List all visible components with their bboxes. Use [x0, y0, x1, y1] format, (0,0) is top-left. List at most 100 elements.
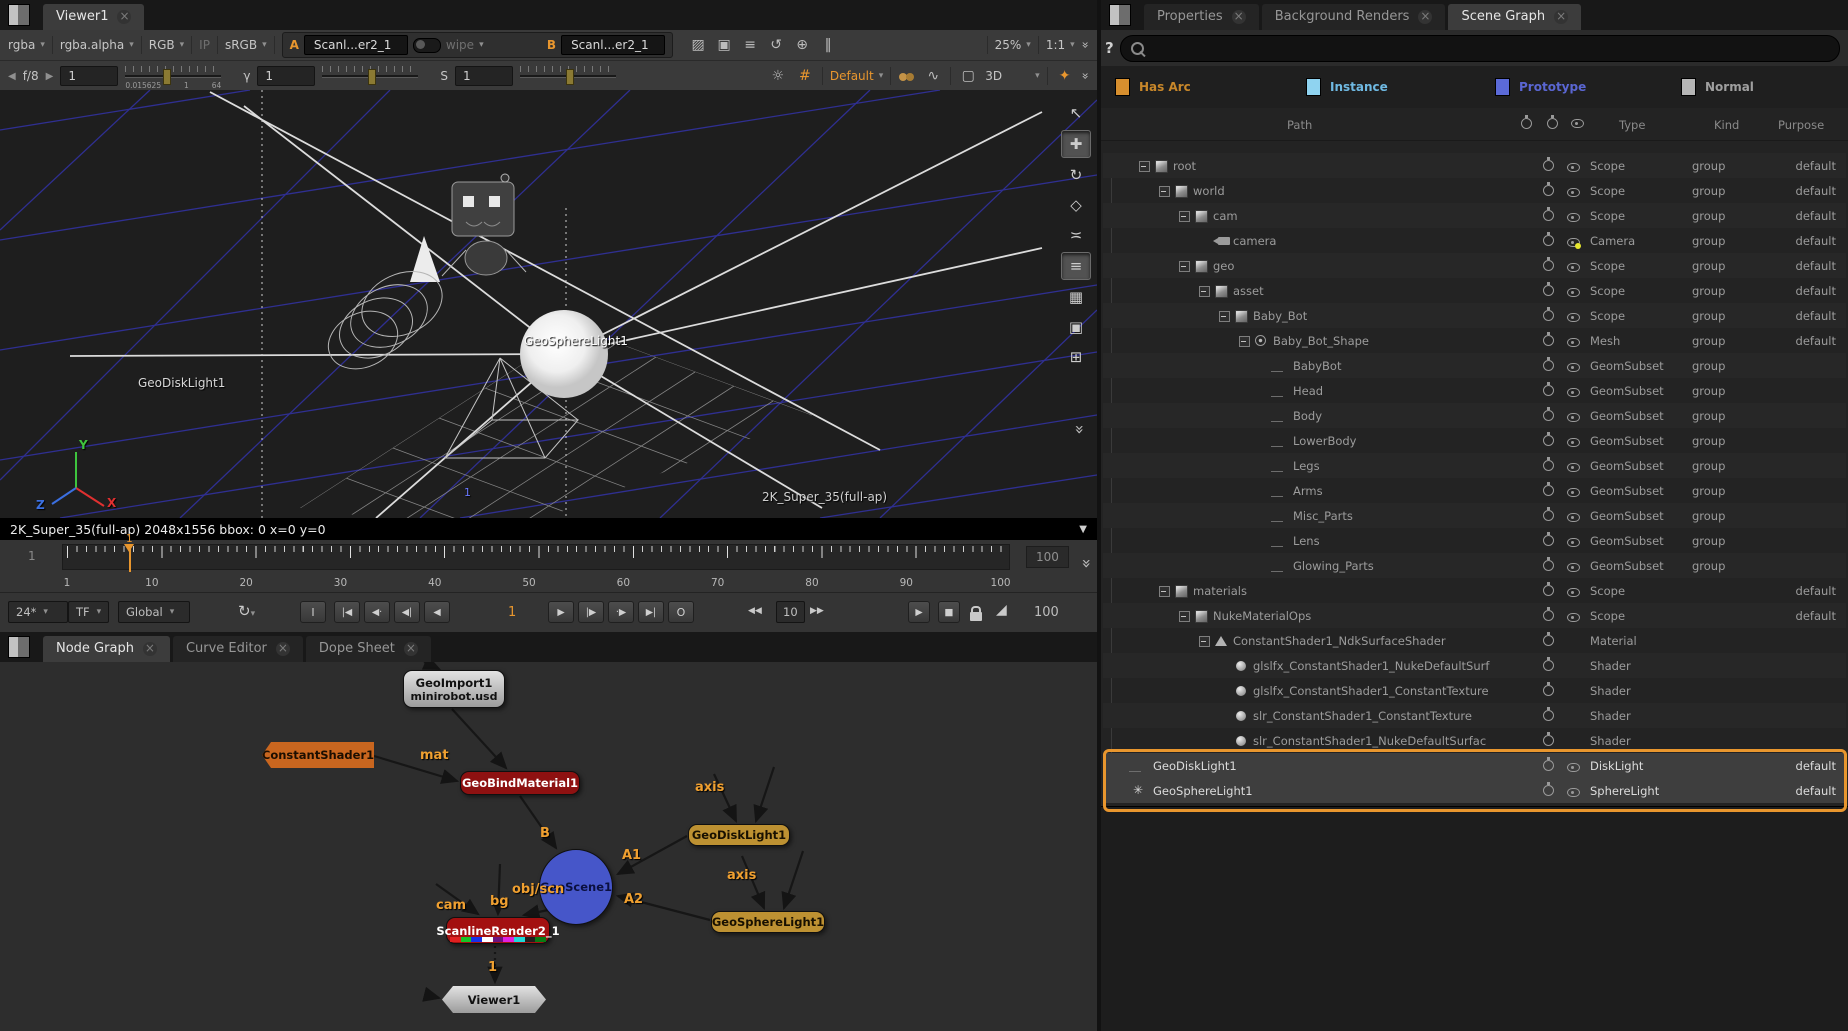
table-row-glslfx_ConstantShader1_ConstantTexture[interactable]: glslfx_ConstantShader1_ConstantTextureSh… [1103, 678, 1846, 703]
a-input-select[interactable]: Scanl...er2_1 [304, 35, 408, 55]
tab-properties[interactable]: Properties × [1144, 4, 1259, 30]
lock-range-icon[interactable] [970, 612, 982, 621]
header-stopwatch-icon[interactable] [1521, 118, 1532, 129]
table-row-asset[interactable]: assetScopegroupdefault [1103, 278, 1846, 303]
status-menu-icon[interactable]: ▼ [1079, 524, 1087, 535]
visibility-eye-icon[interactable] [1567, 611, 1580, 625]
close-icon[interactable]: × [276, 642, 290, 656]
visibility-eye-icon[interactable] [1567, 286, 1580, 300]
help-icon[interactable]: ? [1105, 39, 1114, 57]
layer-dropdown[interactable]: rgba▾ [8, 38, 45, 52]
animation-stopwatch-icon[interactable] [1543, 785, 1554, 799]
animation-stopwatch-icon[interactable] [1543, 660, 1554, 674]
graph-node-geoimport[interactable]: GeoImport1minirobot.usd [403, 670, 505, 708]
visibility-eye-icon[interactable] [1567, 511, 1580, 525]
3d-handles-icon[interactable]: ✦ [1055, 65, 1075, 87]
animation-stopwatch-icon[interactable] [1543, 535, 1554, 549]
expander-icon[interactable] [1159, 586, 1170, 597]
graph-node-constantshader[interactable]: ConstantShader1 [262, 742, 374, 768]
table-row-GeoSphereLight1[interactable]: ✳GeoSphereLight1SphereLightdefault [1103, 778, 1846, 803]
channel-display-dropdown[interactable]: RGB▾ [149, 38, 184, 52]
column-purpose[interactable]: Purpose [1778, 118, 1824, 132]
fps-select[interactable]: 24*▾ [8, 601, 68, 623]
marquee-select-icon[interactable]: ▢ [958, 65, 978, 87]
more-tools-chevron-icon[interactable]: » [1078, 41, 1092, 48]
in-point-button[interactable]: I [300, 601, 326, 623]
interaction-mode-dropdown[interactable]: Default▾ [830, 69, 883, 83]
out-point-button[interactable]: O [668, 601, 694, 623]
table-row-NukeMaterialOps[interactable]: NukeMaterialOpsScopedefault [1103, 603, 1846, 628]
animation-stopwatch-icon[interactable] [1543, 485, 1554, 499]
expander-icon[interactable] [1199, 636, 1210, 647]
visibility-eye-icon[interactable] [1567, 211, 1580, 225]
visibility-eye-icon[interactable] [1567, 361, 1580, 375]
animation-stopwatch-icon[interactable] [1543, 335, 1554, 349]
tab-viewer1[interactable]: Viewer1 × [43, 4, 144, 30]
animation-stopwatch-icon[interactable] [1543, 560, 1554, 574]
luminance-curve-icon[interactable]: ∿ [923, 65, 943, 87]
timeline-ruler[interactable]: 1 1102030405060708090100 [62, 544, 1010, 570]
node-graph-canvas[interactable]: GeoImport1minirobot.usdConstantShader1Ge… [0, 662, 1097, 1031]
animation-stopwatch-icon[interactable] [1543, 735, 1554, 749]
animation-stopwatch-icon[interactable] [1543, 235, 1554, 249]
roi-icon[interactable]: ⊕ [792, 34, 812, 56]
table-row-cam[interactable]: camScopegroupdefault [1103, 203, 1846, 228]
animation-stopwatch-icon[interactable] [1543, 610, 1554, 624]
step-back-button[interactable]: ◀| [394, 601, 420, 623]
pane-menu-icon[interactable] [8, 636, 30, 658]
visibility-eye-icon[interactable] [1567, 261, 1580, 275]
expander-icon[interactable] [1159, 186, 1170, 197]
table-row-LowerBody[interactable]: LowerBodyGeomSubsetgroup [1103, 428, 1846, 453]
table-row-camera[interactable]: cameraCameragroupdefault [1103, 228, 1846, 253]
animation-stopwatch-icon[interactable] [1543, 185, 1554, 199]
wipe-overlay-icon[interactable]: ▣ [714, 34, 734, 56]
column-path[interactable]: Path [1287, 118, 1312, 132]
goto-start-button[interactable]: |◀ [334, 601, 360, 623]
frame-increment-input[interactable]: 10 [776, 601, 805, 623]
visibility-eye-icon[interactable] [1567, 436, 1580, 450]
animation-stopwatch-icon[interactable] [1543, 435, 1554, 449]
close-icon[interactable]: × [1418, 10, 1432, 24]
visibility-eye-icon[interactable] [1567, 311, 1580, 325]
visibility-eye-icon[interactable] [1567, 786, 1580, 800]
fstop-next-icon[interactable]: ▶ [46, 71, 54, 82]
table-row-root[interactable]: rootScopegroupdefault [1103, 153, 1846, 178]
table-row-Lens[interactable]: LensGeomSubsetgroup [1103, 528, 1846, 553]
table-row-BabyBot[interactable]: BabyBotGeomSubsetgroup [1103, 353, 1846, 378]
wipe-toggle[interactable] [413, 38, 441, 53]
close-icon[interactable]: × [1554, 10, 1568, 24]
animation-stopwatch-icon[interactable] [1543, 160, 1554, 174]
expander-icon[interactable] [1219, 311, 1230, 322]
pane-menu-icon[interactable] [8, 4, 30, 26]
visibility-eye-icon[interactable] [1567, 386, 1580, 400]
goto-end-button[interactable]: ▶| [638, 601, 664, 623]
column-kind[interactable]: Kind [1714, 118, 1739, 132]
pause-render-icon[interactable]: ‖ [818, 34, 838, 56]
ramp-icon[interactable]: ◢ [996, 602, 1007, 618]
visibility-eye-icon[interactable] [1567, 536, 1580, 550]
table-row-Arms[interactable]: ArmsGeomSubsetgroup [1103, 478, 1846, 503]
table-row-Misc_Parts[interactable]: Misc_PartsGeomSubsetgroup [1103, 503, 1846, 528]
range-end-box[interactable]: 100 [1026, 546, 1069, 568]
scale-tool-icon[interactable]: ◇ [1062, 192, 1090, 218]
table-row-Head[interactable]: HeadGeomSubsetgroup [1103, 378, 1846, 403]
table-row-GeoDiskLight1[interactable]: GeoDiskLight1DiskLightdefault [1103, 753, 1846, 778]
table-row-glslfx_ConstantShader1_NukeDefaultSurf[interactable]: glslfx_ConstantShader1_NukeDefaultSurfSh… [1103, 653, 1846, 678]
scene-lighting-icon[interactable]: ☼ [768, 65, 788, 87]
header-eye-icon[interactable] [1571, 119, 1584, 128]
tab-node-graph[interactable]: Node Graph × [43, 636, 170, 662]
animation-stopwatch-icon[interactable] [1543, 585, 1554, 599]
tab-background-renders[interactable]: Background Renders × [1262, 4, 1446, 30]
table-row-Legs[interactable]: LegsGeomSubsetgroup [1103, 453, 1846, 478]
search-input[interactable] [1120, 35, 1840, 62]
table-row-Glowing_Parts[interactable]: Glowing_PartsGeomSubsetgroup [1103, 553, 1846, 578]
loop-mode-icon[interactable]: ↻▾ [238, 602, 255, 620]
pixel-aspect-dropdown[interactable]: 1:1▾ [1046, 38, 1075, 52]
table-row-materials[interactable]: materialsScopedefault [1103, 578, 1846, 603]
table-row-world[interactable]: worldScopegroupdefault [1103, 178, 1846, 203]
table-row-slr_ConstantShader1_ConstantTexture[interactable]: slr_ConstantShader1_ConstantTextureShade… [1103, 703, 1846, 728]
timeline-chevron-icon[interactable]: » [1077, 559, 1096, 569]
animation-stopwatch-icon[interactable] [1543, 410, 1554, 424]
stop-button[interactable]: ■ [938, 601, 960, 623]
table-row-Body[interactable]: BodyGeomSubsetgroup [1103, 403, 1846, 428]
